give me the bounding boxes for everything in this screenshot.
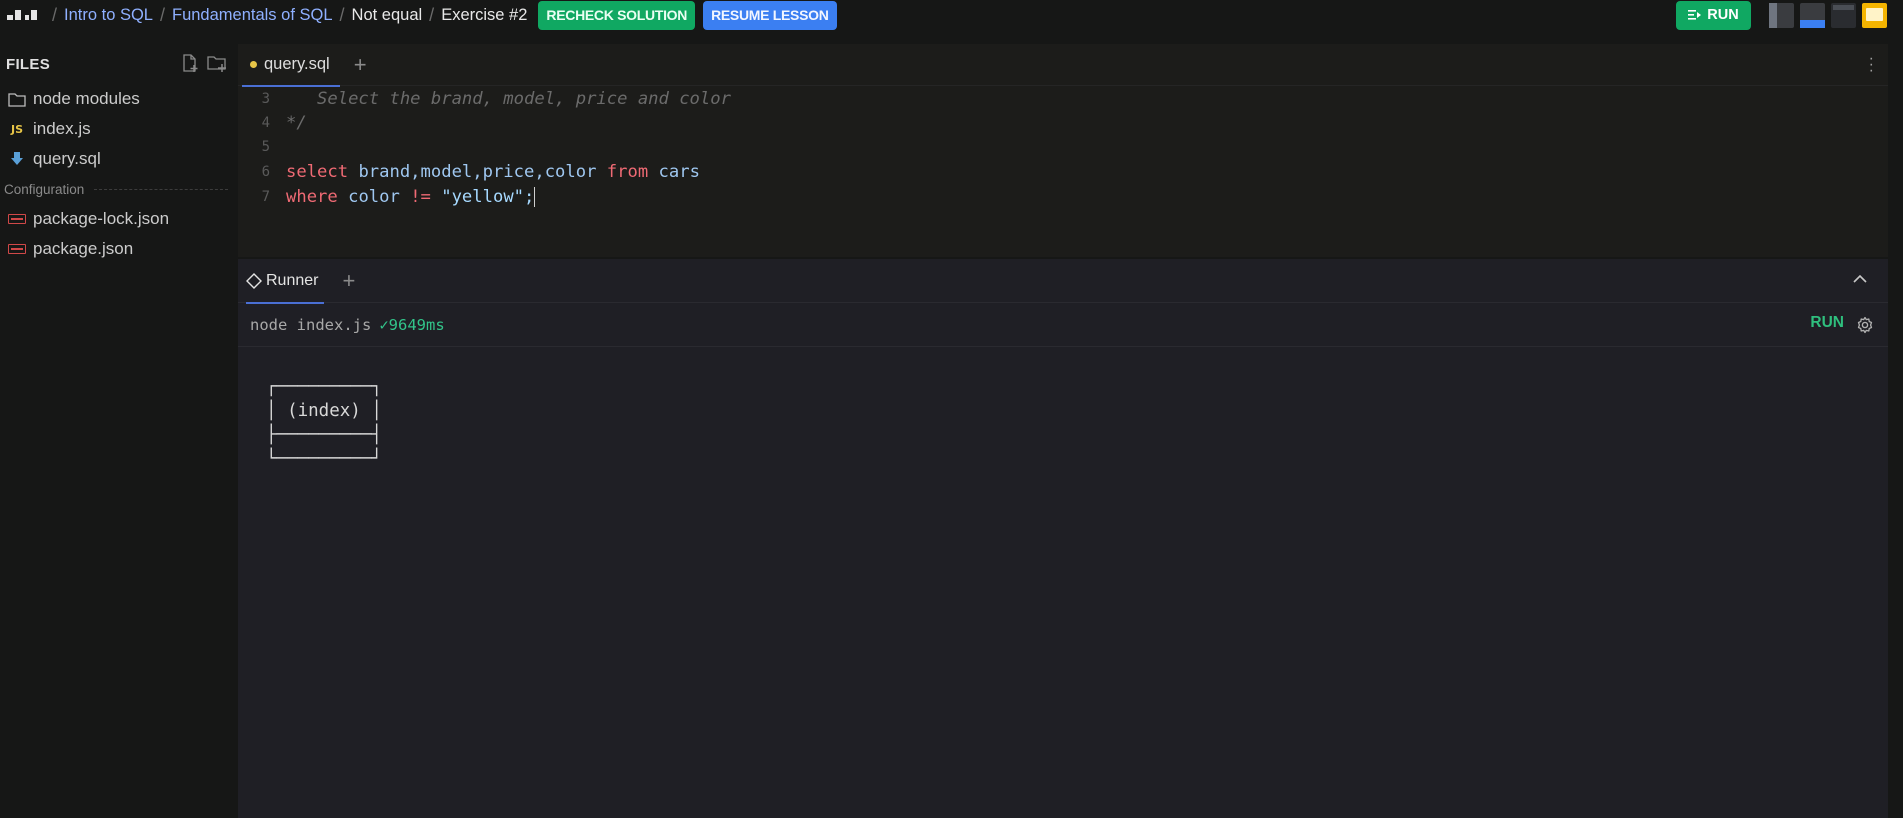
json-file-icon (6, 209, 28, 229)
code-line: 4 */ (238, 111, 1888, 135)
top-right-controls: RUN (1676, 0, 1887, 30)
code-comment: Select the brand, model, price and color (286, 89, 731, 109)
sql-keyword: where (286, 186, 338, 207)
top-bar: / Intro to SQL / Fundamentals of SQL / N… (0, 0, 1903, 30)
file-item-package-lock-json[interactable]: package-lock.json (0, 204, 238, 234)
file-item-package-json[interactable]: package.json (0, 234, 238, 264)
sql-keyword: select (286, 161, 349, 182)
file-item-label: package-lock.json (33, 209, 170, 228)
sql-table: cars (648, 161, 700, 182)
file-item-label: node modules (33, 89, 140, 108)
run-button-label: RUN (1707, 7, 1739, 23)
editor-tab-bar: query.sql + · · · (238, 44, 1888, 87)
json-file-icon (6, 239, 28, 259)
chevron-up-icon[interactable] (1852, 271, 1868, 287)
breadcrumb-separator: / (429, 4, 435, 25)
runner-run-button[interactable]: RUN (1810, 314, 1844, 332)
file-item-node-modules[interactable]: node modules (0, 84, 238, 114)
line-number: 6 (261, 163, 270, 180)
line-number: 3 (261, 91, 270, 107)
breadcrumb-separator: / (339, 4, 345, 25)
file-explorer-header: FILES (0, 44, 238, 84)
editor-more-options-icon[interactable]: · · · (1869, 51, 1874, 79)
file-explorer-title: FILES (6, 55, 51, 73)
runner-panel: Runner + node index.js ✓9649ms RUN ┌────… (238, 259, 1888, 818)
file-explorer: FILES node modules JS index.js query.sql… (0, 44, 238, 818)
sql-columns: brand,model,price,color (348, 161, 607, 182)
layout-editor-toggle-icon[interactable] (1831, 2, 1856, 28)
unsaved-dot-icon (250, 61, 257, 68)
tab-runner[interactable]: Runner (238, 259, 325, 304)
code-line: 3 Select the brand, model, price and col… (238, 87, 1888, 111)
line-number: 4 (261, 115, 270, 131)
tab-query-sql[interactable]: query.sql (238, 44, 342, 87)
breadcrumb-intro-to-sql[interactable]: Intro to SQL (64, 6, 153, 25)
code-line: 6 select brand,model,price,color from ca… (238, 159, 1888, 184)
app-logo-icon[interactable] (7, 10, 37, 20)
section-divider (94, 188, 228, 190)
breadcrumb-separator: / (159, 4, 165, 25)
runner-status: ✓9649ms (379, 315, 445, 334)
js-file-icon: JS (10, 122, 23, 136)
new-folder-icon[interactable] (207, 54, 228, 73)
layout-preview-toggle-icon[interactable] (1862, 2, 1887, 28)
text-cursor (534, 186, 536, 207)
line-number: 7 (261, 188, 270, 205)
runner-command: node index.js (250, 315, 372, 334)
breadcrumb-exercise: Exercise #2 (441, 5, 528, 24)
sql-file-icon (6, 149, 28, 169)
file-item-label: package.json (33, 239, 134, 258)
add-runner-plus-icon[interactable]: + (342, 268, 355, 294)
code-line: 7 where color != "yellow"; (238, 184, 1888, 209)
runner-command-bar: node index.js ✓9649ms RUN (238, 303, 1888, 347)
run-button[interactable]: RUN (1676, 0, 1751, 30)
folder-icon (6, 89, 28, 109)
sql-string: "yellow"; (430, 186, 535, 207)
breadcrumb-fundamentals-of-sql[interactable]: Fundamentals of SQL (172, 6, 333, 25)
recheck-solution-button[interactable]: RECHECK SOLUTION (538, 0, 696, 30)
breadcrumb-separator: / (52, 4, 58, 25)
tab-label: query.sql (264, 55, 330, 73)
code-line: 5 (238, 135, 1888, 159)
file-item-label: query.sql (33, 149, 101, 168)
window-scrollbar[interactable] (1888, 44, 1903, 818)
line-number: 5 (261, 139, 270, 155)
code-editor: query.sql + · · · 3 Select the brand, mode… (238, 44, 1888, 257)
code-comment: */ (286, 113, 307, 133)
app-window: / Intro to SQL / Fundamentals of SQL / N… (0, 0, 1903, 818)
file-item-index-js[interactable]: JS index.js (0, 114, 238, 144)
sql-operator: != (410, 186, 431, 207)
runner-tab-bar: Runner + (238, 259, 1888, 304)
layout-sidebar-toggle-icon[interactable] (1769, 2, 1794, 28)
section-label-text: Configuration (4, 181, 85, 197)
file-item-query-sql[interactable]: query.sql (0, 144, 238, 174)
add-tab-plus-icon[interactable]: + (354, 53, 367, 76)
file-item-label: index.js (33, 119, 91, 138)
runner-output: ┌─────────┐ │ (index) │ ├─────────┤ └───… (266, 377, 382, 469)
resume-lesson-button[interactable]: RESUME LESSON (703, 0, 837, 30)
diamond-icon (246, 272, 262, 289)
sql-column: color (337, 186, 411, 207)
new-file-icon[interactable] (181, 54, 200, 73)
code-area[interactable]: 3 Select the brand, model, price and col… (238, 86, 1888, 209)
tab-label: Runner (266, 271, 319, 289)
configuration-section-label: Configuration (0, 174, 238, 204)
gear-icon[interactable] (1856, 316, 1874, 334)
sql-keyword: from (606, 161, 649, 182)
run-list-icon (1688, 10, 1702, 20)
breadcrumb-not-equal[interactable]: Not equal (352, 6, 423, 25)
layout-panel-toggle-icon[interactable] (1800, 2, 1825, 28)
